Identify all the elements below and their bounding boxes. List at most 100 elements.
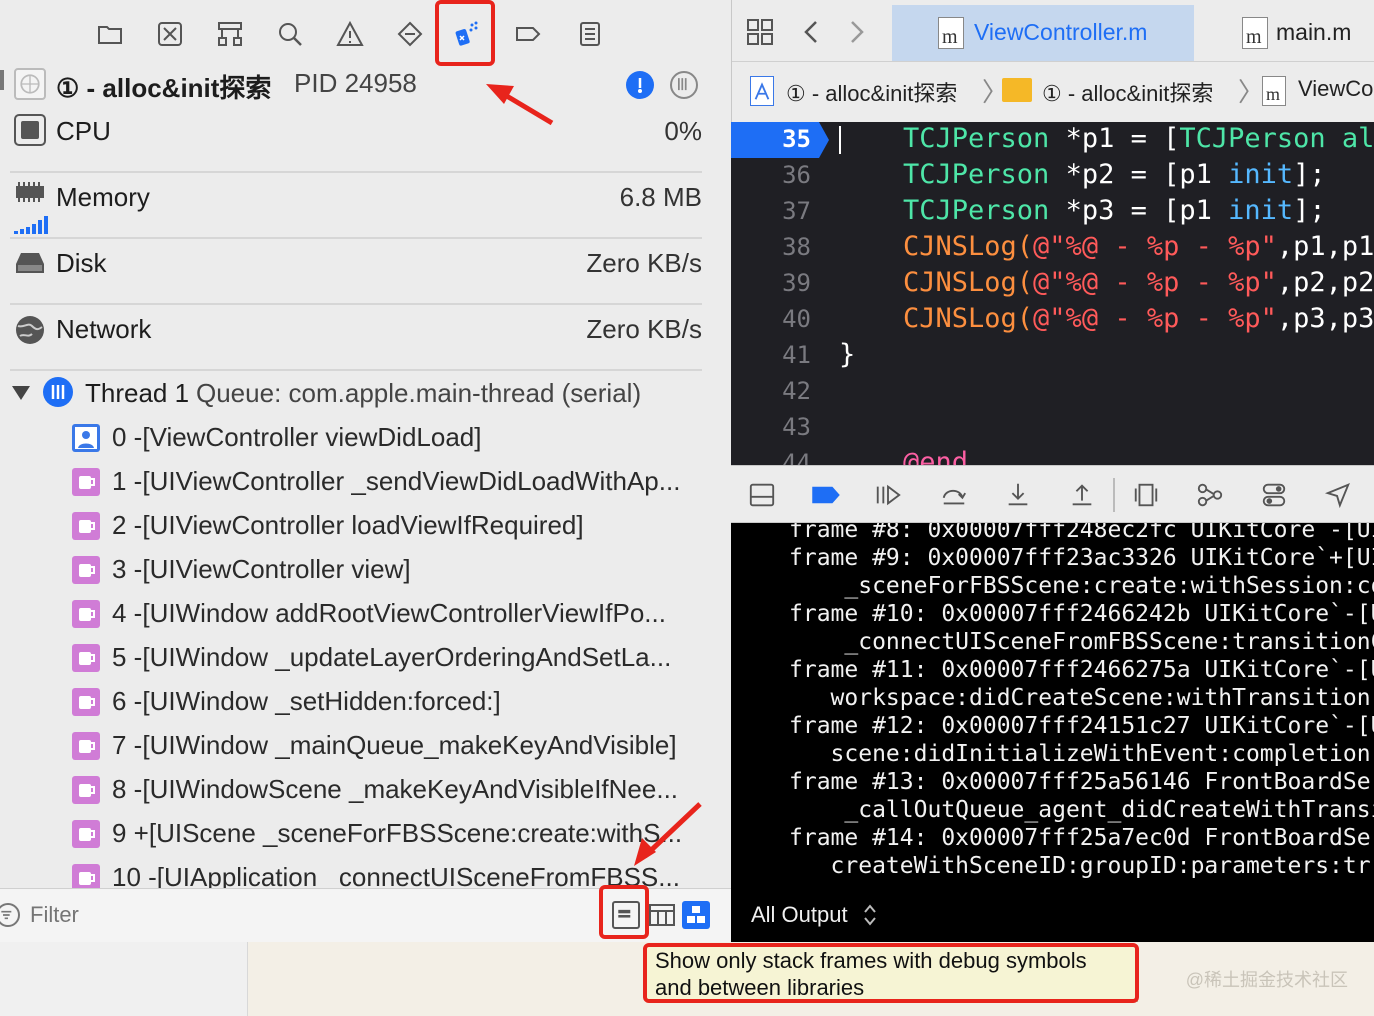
memory-graph-icon[interactable]	[1193, 478, 1227, 512]
xcode-project-icon	[750, 76, 774, 106]
step-over-icon[interactable]	[937, 478, 971, 512]
code-token: CJNSLog(	[903, 231, 1034, 262]
code-token: ];	[1293, 159, 1326, 190]
stack-frame-row[interactable]: 6 -[UIWindow _setHidden:forced:]	[0, 680, 731, 724]
source-control-icon[interactable]	[155, 18, 185, 50]
code-token: ];	[1293, 195, 1326, 226]
code-line[interactable]: 38 CJNSLog(@"%@ - %p - %p",p1,p1	[731, 230, 1374, 266]
code-text: TCJPerson *p3 = [p1 init];	[903, 195, 1326, 226]
filter-icon[interactable]	[0, 903, 20, 927]
stack-frame-label: 7 -[UIWindow _mainQueue_makeKeyAndVisibl…	[112, 730, 677, 760]
disclosure-triangle-icon[interactable]	[12, 386, 30, 400]
thread-row[interactable]: Thread 1 Queue: com.apple.main-thread (s…	[0, 372, 731, 416]
breakpoints-toggle-icon[interactable]	[809, 478, 843, 512]
console-line: workspace:didCreateScene:withTransition	[789, 685, 1371, 711]
gauge-disk[interactable]: Disk Zero KB/s	[0, 238, 731, 304]
line-number: 41	[782, 341, 811, 369]
console-line: _connectUISceneFromFBSScene:transitionC	[789, 629, 1374, 655]
test-diamond-icon[interactable]	[395, 18, 425, 50]
report-list-icon[interactable]	[575, 18, 605, 50]
library-frame-icon	[72, 644, 100, 672]
code-line[interactable]: 37 TCJPerson *p3 = [p1 init];	[731, 194, 1374, 230]
stack-frame-row[interactable]: 2 -[UIViewController loadViewIfRequired]	[0, 504, 731, 548]
gauge-label: Disk	[56, 248, 107, 278]
related-items-grid-icon[interactable]	[746, 18, 774, 46]
tab-label: ViewController.m	[974, 19, 1148, 45]
step-out-icon[interactable]	[1065, 478, 1099, 512]
gauge-memory[interactable]: Memory 6.8 MB	[0, 172, 731, 238]
library-frame-icon	[72, 468, 100, 496]
continue-icon[interactable]	[871, 478, 905, 512]
console-bottom-bar: All Output	[731, 888, 1374, 942]
editor-header: m ViewController.m m main.m ① - alloc&in…	[731, 0, 1374, 122]
tab-viewcontroller-m[interactable]: m ViewController.m	[892, 5, 1194, 61]
console-line: createWithSceneID:groupID:parameters:tr	[789, 853, 1371, 879]
window-background	[0, 942, 248, 1016]
stack-frame-label: 2 -[UIViewController loadViewIfRequired]	[112, 510, 584, 540]
stack-frame-row[interactable]: 1 -[UIViewController _sendViewDidLoadWit…	[0, 460, 731, 504]
globe-icon	[14, 314, 46, 346]
jump-bar-item[interactable]: ① - alloc&init探索	[786, 76, 957, 108]
stack-frame-row[interactable]: 7 -[UIWindow _mainQueue_makeKeyAndVisibl…	[0, 724, 731, 768]
library-frame-icon	[72, 600, 100, 628]
stack-frame-label: 8 -[UIWindowScene _makeKeyAndVisibleIfNe…	[112, 774, 679, 804]
simulate-location-icon[interactable]	[1321, 478, 1355, 512]
code-line[interactable]: 40 CJNSLog(@"%@ - %p - %p",p3,p3	[731, 302, 1374, 338]
divider	[1113, 478, 1115, 512]
stack-frame-row[interactable]: 8 -[UIWindowScene _makeKeyAndVisibleIfNe…	[0, 768, 731, 812]
code-token: TCJPerson	[903, 195, 1050, 226]
warning-icon[interactable]	[335, 18, 365, 50]
threads-view-icon[interactable]	[670, 71, 698, 99]
objc-file-icon: m	[938, 17, 964, 49]
debug-gauges-icon[interactable]	[626, 71, 654, 99]
gauge-cpu[interactable]: CPU 0%	[0, 106, 731, 172]
annotation-box	[599, 885, 649, 939]
hide-debug-area-icon[interactable]	[745, 478, 779, 512]
process-row[interactable]: ① - alloc&init探索 PID 24958	[0, 66, 731, 106]
code-token: @"%@ - %p - %p"	[1033, 303, 1277, 334]
console-line: frame #10: 0x00007fff2466242b UIKitCore`…	[789, 601, 1374, 627]
code-line[interactable]: 41}	[731, 338, 1374, 374]
line-number: 36	[782, 161, 811, 189]
folder-icon[interactable]	[95, 18, 125, 50]
library-frame-icon	[72, 688, 100, 716]
back-chevron-icon[interactable]	[800, 18, 824, 46]
code-token: }	[839, 339, 856, 370]
frames-table-icon[interactable]	[648, 901, 676, 929]
code-line[interactable]: 44 @end	[731, 446, 1374, 465]
stack-frame-row[interactable]: 9 +[UIScene _sceneForFBSScene:create:wit…	[0, 812, 731, 856]
environment-overrides-icon[interactable]	[1257, 478, 1291, 512]
filter-input[interactable]	[30, 899, 570, 931]
gauge-network[interactable]: Network Zero KB/s	[0, 304, 731, 370]
breakpoint-tag-icon[interactable]	[513, 18, 543, 50]
code-line[interactable]: 43	[731, 410, 1374, 446]
process-pid: PID 24958	[294, 68, 417, 98]
forward-chevron-icon[interactable]	[844, 18, 868, 46]
symbol-hierarchy-icon[interactable]	[215, 18, 245, 50]
code-text: CJNSLog(@"%@ - %p - %p",p2,p2	[903, 267, 1374, 298]
tab-main-m[interactable]: m main.m	[1194, 5, 1374, 61]
stack-frame-row[interactable]: 3 -[UIViewController view]	[0, 548, 731, 592]
stack-frame-row[interactable]: 4 -[UIWindow addRootViewControllerViewIf…	[0, 592, 731, 636]
code-line[interactable]: 36 TCJPerson *p2 = [p1 init];	[731, 158, 1374, 194]
stack-frame-row[interactable]: 5 -[UIWindow _updateLayerOrderingAndSetL…	[0, 636, 731, 680]
output-selector[interactable]: All Output	[751, 902, 848, 928]
hierarchy-view-icon[interactable]	[682, 901, 710, 929]
code-line[interactable]: 42	[731, 374, 1374, 410]
console-line: _sceneForFBSScene:create:withSession:co	[789, 573, 1374, 599]
console-line: frame #13: 0x00007fff25a56146 FrontBoard…	[789, 769, 1374, 795]
console-output[interactable]: frame #8: 0x00007fff248ec2fc UIKitCore -…	[731, 523, 1374, 888]
code-token: CJNSLog(	[903, 303, 1034, 334]
stack-frame-row[interactable]: 0 -[ViewController viewDidLoad]	[0, 416, 731, 460]
updown-chevron-icon[interactable]	[863, 903, 877, 927]
jump-bar-item[interactable]: ViewCo	[1298, 76, 1373, 102]
code-line[interactable]: 39 CJNSLog(@"%@ - %p - %p",p2,p2	[731, 266, 1374, 302]
code-line[interactable]: 35 TCJPerson *p1 = [TCJPerson al	[731, 122, 1374, 158]
jump-bar-item[interactable]: ① - alloc&init探索	[1042, 76, 1213, 108]
view-hierarchy-icon[interactable]	[1129, 478, 1163, 512]
search-icon[interactable]	[275, 18, 305, 50]
source-editor[interactable]: 35 TCJPerson *p1 = [TCJPerson al 36 TCJPers…	[731, 122, 1374, 465]
code-token: @end	[903, 447, 969, 465]
step-into-icon[interactable]	[1001, 478, 1035, 512]
navigator-toolbar	[0, 0, 731, 66]
